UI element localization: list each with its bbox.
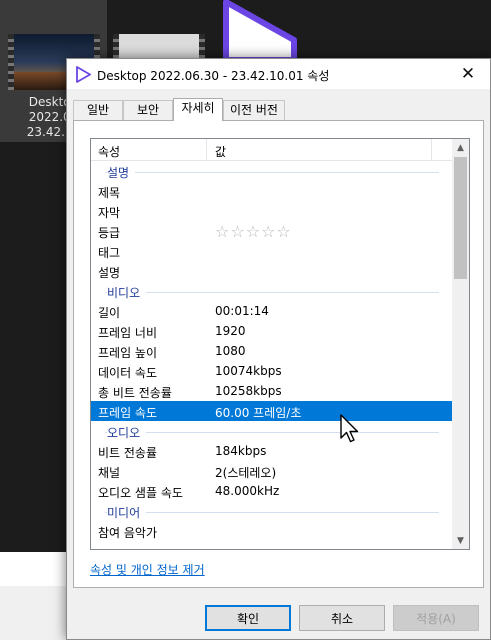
list-item[interactable]: 제목 [91,181,453,201]
list-item-selected[interactable]: 프레임 속도 60.00 프레임/초 [91,401,453,421]
list-item[interactable]: 프레임 높이 1080 [91,341,453,361]
list-item[interactable]: 총 비트 전송률 10258kbps [91,381,453,401]
property-name: 비트 전송률 [98,446,158,460]
list-item[interactable]: 프레임 너비 1920 [91,321,453,341]
tab-security[interactable]: 보안 [123,100,173,120]
dialog-title: Desktop 2022.06.30 - 23.42.10.01 속성 [97,69,330,83]
list-rows: 설명 제목 자막 등급 ☆☆☆☆☆ 태그 설명 비디오 길이 00:01:14 … [91,161,453,541]
property-value: 1080 [215,344,246,358]
list-item[interactable]: 설명 [91,261,453,281]
explorer-white-strip [0,552,70,586]
list-item[interactable]: 데이터 속도 10074kbps [91,361,453,381]
property-value: 2(스테레오) [215,466,277,480]
column-header-property[interactable]: 속성 [98,143,120,160]
tab-details[interactable]: 자세히 [173,98,223,121]
list-item[interactable]: 비트 전송률 184kbps [91,441,453,461]
list-item[interactable]: 자막 [91,201,453,221]
dialog-titlebar[interactable]: Desktop 2022.06.30 - 23.42.10.01 속성 ✕ [67,59,490,89]
property-name: 오디오 샘플 속도 [98,486,183,500]
group-header-media[interactable]: 미디어 [91,501,453,521]
list-item[interactable]: 태그 [91,241,453,261]
property-list[interactable]: 속성 값 설명 제목 자막 등급 ☆☆☆☆☆ 태그 설명 비디오 길이 00:0… [90,138,470,550]
apply-button[interactable]: 적용(A) [393,605,479,631]
property-value: 10258kbps [215,384,282,398]
list-item[interactable]: 등급 ☆☆☆☆☆ [91,221,453,241]
column-header-value[interactable]: 값 [215,143,226,160]
group-header-description[interactable]: 설명 [91,161,453,181]
property-name: 제목 [98,186,121,200]
mouse-pointer-icon [340,414,359,443]
group-label: 설명 [107,164,136,181]
property-value: 1920 [215,324,246,338]
ok-button[interactable]: 확인 [205,605,291,631]
scroll-up-arrow-icon[interactable]: ▲ [452,139,469,156]
property-name: 프레임 너비 [98,326,158,340]
details-panel: 속성 값 설명 제목 자막 등급 ☆☆☆☆☆ 태그 설명 비디오 길이 00:0… [73,120,484,588]
rating-stars[interactable]: ☆☆☆☆☆ [215,222,292,241]
group-header-audio[interactable]: 오디오 [91,421,453,441]
property-name: 길이 [98,306,121,320]
scroll-down-arrow-icon[interactable]: ▼ [452,532,469,549]
list-item[interactable]: 참여 음악가 [91,521,453,541]
property-value: 10074kbps [215,364,282,378]
property-name: 태그 [98,246,121,260]
property-value: 60.00 프레임/초 [215,406,302,420]
property-name: 채널 [98,466,121,480]
property-value: 184kbps [215,444,267,458]
property-name: 데이터 속도 [98,366,158,380]
list-item[interactable]: 길이 00:01:14 [91,301,453,321]
close-icon: ✕ [460,64,476,84]
vertical-scrollbar[interactable]: ▲ ▼ [452,139,469,549]
property-name: 등급 [98,226,121,240]
tab-previous-versions[interactable]: 이전 버전 [223,100,285,120]
property-name: 참여 음악가 [98,526,158,540]
close-button[interactable]: ✕ [446,59,490,89]
list-header: 속성 값 [91,139,453,161]
property-name: 설명 [98,266,121,280]
properties-dialog: Desktop 2022.06.30 - 23.42.10.01 속성 ✕ 일반… [66,58,491,640]
list-item[interactable]: 오디오 샘플 속도 48.000kHz [91,481,453,501]
group-label: 비디오 [107,284,147,301]
property-name: 프레임 속도 [98,406,158,420]
tab-general[interactable]: 일반 [73,100,123,120]
media-player-play-icon [223,0,297,60]
group-label: 오디오 [107,424,147,441]
list-item[interactable]: 채널 2(스테레오) [91,461,453,481]
property-value: 00:01:14 [215,304,269,318]
property-name: 프레임 높이 [98,346,158,360]
property-value: 48.000kHz [215,484,280,498]
group-label: 미디어 [107,504,147,521]
remove-properties-link[interactable]: 속성 및 개인 정보 제거 [90,561,205,578]
video-file-icon [76,66,91,83]
property-name: 자막 [98,206,121,220]
scrollbar-thumb[interactable] [454,157,467,279]
cancel-button[interactable]: 취소 [299,605,385,631]
property-name: 총 비트 전송률 [98,386,172,400]
group-header-video[interactable]: 비디오 [91,281,453,301]
